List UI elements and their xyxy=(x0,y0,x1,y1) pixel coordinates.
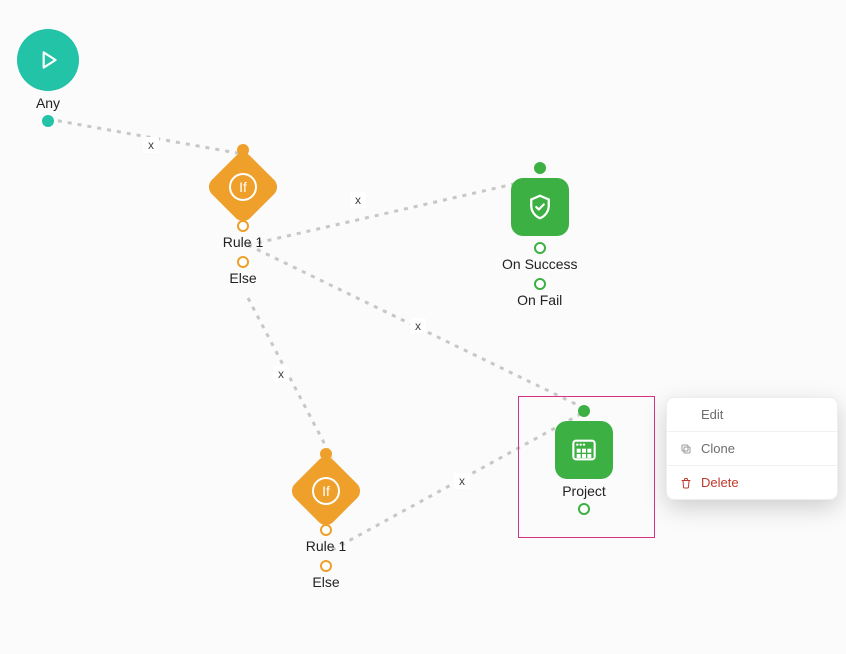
if-node[interactable]: If Rule 1 Else xyxy=(216,160,270,286)
edge-remove-button[interactable]: x xyxy=(273,366,289,382)
node-in-port[interactable] xyxy=(578,405,590,417)
if-icon: If xyxy=(205,149,281,225)
context-menu: Edit Clone Delete xyxy=(666,397,838,500)
if-icon: If xyxy=(288,453,364,529)
copy-icon xyxy=(679,442,693,456)
context-menu-delete[interactable]: Delete xyxy=(667,466,837,499)
if-else-port[interactable]: Else xyxy=(229,256,256,286)
shield-check-icon xyxy=(511,178,569,236)
on-fail-port[interactable]: On Fail xyxy=(517,278,562,308)
workflow-canvas[interactable]: x x x x x Any If Rule 1 Else xyxy=(0,0,846,654)
trash-icon xyxy=(679,476,693,490)
project-grid-icon xyxy=(555,421,613,479)
if-else-port[interactable]: Else xyxy=(312,560,339,590)
trigger-node[interactable]: Any xyxy=(17,29,79,127)
edge-remove-button[interactable]: x xyxy=(143,137,159,153)
if-rule1-port[interactable]: Rule 1 xyxy=(223,220,263,250)
x-icon: x xyxy=(148,138,154,152)
x-icon: x xyxy=(415,319,421,333)
context-menu-clone[interactable]: Clone xyxy=(667,432,837,466)
if-rule1-port[interactable]: Rule 1 xyxy=(306,524,346,554)
project-out-port[interactable] xyxy=(578,503,590,515)
edge-remove-button[interactable]: x xyxy=(454,473,470,489)
action-node-project[interactable]: Project xyxy=(555,421,613,515)
play-icon xyxy=(17,29,79,91)
edge-remove-button[interactable]: x xyxy=(410,318,426,334)
context-menu-edit[interactable]: Edit xyxy=(667,398,837,432)
x-icon: x xyxy=(459,474,465,488)
x-icon: x xyxy=(355,193,361,207)
trigger-label: Any xyxy=(36,95,60,111)
if-node[interactable]: If Rule 1 Else xyxy=(299,464,353,590)
edge-remove-button[interactable]: x xyxy=(350,192,366,208)
blank-icon xyxy=(679,408,693,422)
on-success-port[interactable]: On Success xyxy=(502,242,577,272)
project-label: Project xyxy=(562,483,606,499)
x-icon: x xyxy=(278,367,284,381)
action-node-shield[interactable]: On Success On Fail xyxy=(502,178,577,308)
node-in-port[interactable] xyxy=(534,162,546,174)
trigger-out-port[interactable] xyxy=(42,115,54,127)
